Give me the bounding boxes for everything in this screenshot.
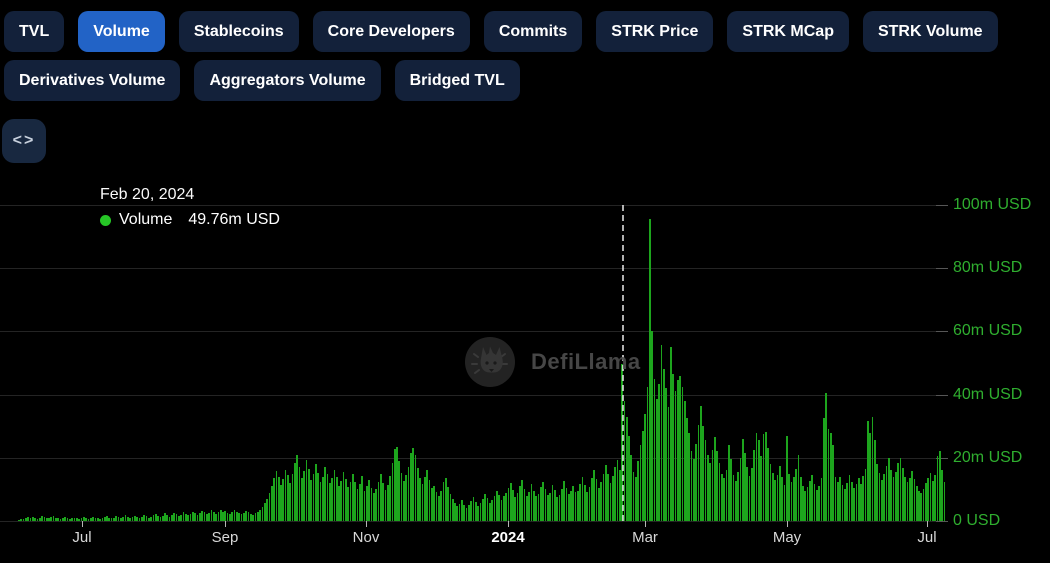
chart-tooltip: Feb 20, 2024 Volume 49.76m USD — [100, 185, 280, 229]
tab-strk-volume[interactable]: STRK Volume — [863, 11, 998, 52]
x-axis-label: Nov — [331, 529, 401, 546]
embed-code-button[interactable]: <> — [2, 119, 46, 163]
gridline — [0, 331, 936, 332]
y-axis-label: 40m USD — [953, 386, 1022, 404]
x-axis-tick — [225, 521, 226, 527]
y-axis-tick — [936, 331, 948, 332]
defillama-chart-page: TVL Volume Stablecoins Core Developers Commi… — [0, 0, 1050, 563]
x-axis-tick — [645, 521, 646, 527]
metric-tab-row-1: TVL Volume Stablecoins Core Developers Commi… — [4, 11, 998, 52]
watermark-text: DefiLlama — [531, 349, 641, 375]
tooltip-date: Feb 20, 2024 — [100, 185, 280, 205]
gridline — [0, 268, 936, 269]
tooltip-series-label: Volume — [119, 211, 172, 229]
tab-derivatives-volume[interactable]: Derivatives Volume — [4, 60, 180, 101]
y-axis-tick — [936, 205, 948, 206]
tab-commits[interactable]: Commits — [484, 11, 582, 52]
x-axis-tick — [82, 521, 83, 527]
defillama-watermark: DefiLlama — [462, 334, 641, 390]
x-axis-label: May — [752, 529, 822, 546]
y-axis-label: 100m USD — [953, 196, 1031, 214]
x-axis-label: 2024 — [473, 529, 543, 546]
gridline — [0, 458, 936, 459]
x-axis-tick — [366, 521, 367, 527]
metric-tab-row-2: Derivatives Volume Aggregators Volume Brid… — [4, 60, 520, 101]
defillama-llama-logo-icon — [462, 334, 518, 390]
x-axis-tick — [927, 521, 928, 527]
tab-bridged-tvl[interactable]: Bridged TVL — [395, 60, 520, 101]
y-axis-label: 20m USD — [953, 449, 1022, 467]
x-axis-label: Mar — [610, 529, 680, 546]
tab-tvl[interactable]: TVL — [4, 11, 64, 52]
x-axis-tick — [508, 521, 509, 527]
gridline — [0, 521, 936, 522]
tab-aggregators-volume[interactable]: Aggregators Volume — [194, 60, 380, 101]
tab-strk-price[interactable]: STRK Price — [596, 11, 713, 52]
x-axis-label: Jul — [892, 529, 962, 546]
y-axis-label: 0 USD — [953, 512, 1000, 530]
tooltip-value: 49.76m USD — [188, 211, 280, 229]
y-axis-label: 80m USD — [953, 259, 1022, 277]
y-axis-tick — [936, 521, 948, 522]
x-axis-label: Sep — [190, 529, 260, 546]
x-axis-tick — [787, 521, 788, 527]
tab-strk-mcap[interactable]: STRK MCap — [727, 11, 849, 52]
y-axis-tick — [936, 268, 948, 269]
tab-volume[interactable]: Volume — [78, 11, 165, 52]
series-dot-icon — [100, 215, 111, 226]
y-axis-tick — [936, 395, 948, 396]
tab-core-developers[interactable]: Core Developers — [313, 11, 470, 52]
gridline — [0, 395, 936, 396]
x-axis-label: Jul — [47, 529, 117, 546]
volume-bar[interactable] — [944, 482, 946, 522]
y-axis-label: 60m USD — [953, 322, 1022, 340]
tab-stablecoins[interactable]: Stablecoins — [179, 11, 299, 52]
code-brackets-icon: <> — [13, 132, 36, 150]
